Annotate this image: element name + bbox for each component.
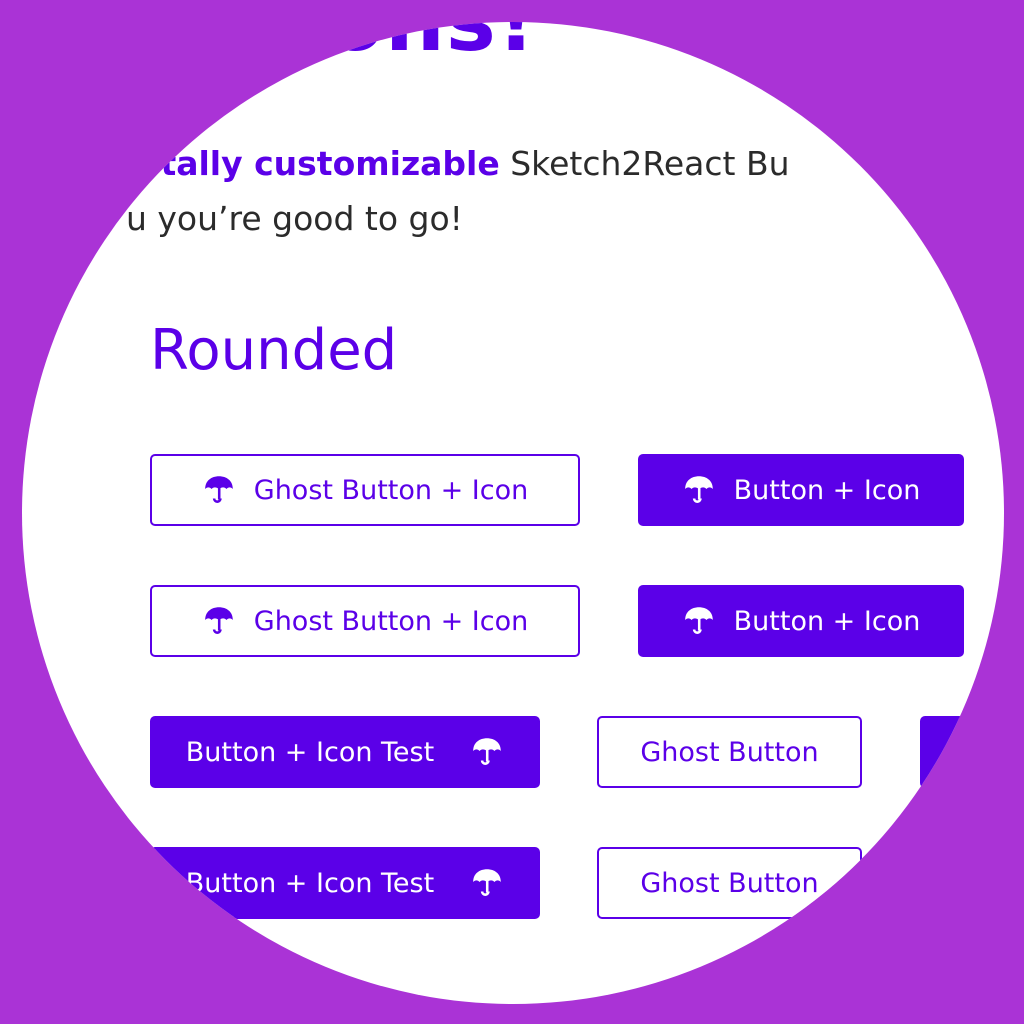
intro-line-2: u you’re good to go! (126, 199, 463, 238)
ghost-button-icon-1[interactable]: Ghost Button + Icon (150, 454, 580, 526)
ghost-button-1[interactable]: Ghost Button (597, 716, 862, 788)
button-label: Button + Icon Test (185, 867, 435, 899)
section-title-rounded: Rounded (150, 318, 398, 383)
solid-button-icon-test-2[interactable]: Button + Icon Test (150, 847, 540, 919)
button-label: Ghost Button + Icon (253, 605, 529, 637)
umbrella-icon (202, 473, 236, 507)
button-label: Button + Icon (733, 474, 921, 506)
ghost-button-icon-2[interactable]: Ghost Button + Icon (150, 585, 580, 657)
umbrella-icon (470, 866, 504, 900)
button-label: Ghost Button + Icon (253, 474, 529, 506)
button-label: Ghost Button (640, 867, 819, 899)
intro-text: totally customizable Sketch2React Bu u y… (122, 136, 790, 246)
umbrella-icon (202, 604, 236, 638)
solid-button-icon-2[interactable]: Button + Icon (638, 585, 964, 657)
solid-button-icon-test-1[interactable]: Button + Icon Test (150, 716, 540, 788)
solid-button-partial[interactable] (920, 716, 1004, 788)
umbrella-icon (470, 735, 504, 769)
umbrella-icon (682, 473, 716, 507)
intro-rest: Sketch2React Bu (499, 144, 790, 183)
intro-emphasis: totally customizable (122, 144, 500, 183)
button-label: Button + Icon (733, 605, 921, 637)
circular-viewport: ttons! totally customizable Sketch2React… (22, 22, 1004, 1004)
intro-line-1: totally customizable Sketch2React Bu (122, 136, 790, 191)
umbrella-icon (682, 604, 716, 638)
page-title: ttons! (244, 22, 536, 70)
button-label: Ghost Button (640, 736, 819, 768)
solid-button-icon-1[interactable]: Button + Icon (638, 454, 964, 526)
ghost-button-2[interactable]: Ghost Button (597, 847, 862, 919)
button-label: Button + Icon Test (185, 736, 435, 768)
